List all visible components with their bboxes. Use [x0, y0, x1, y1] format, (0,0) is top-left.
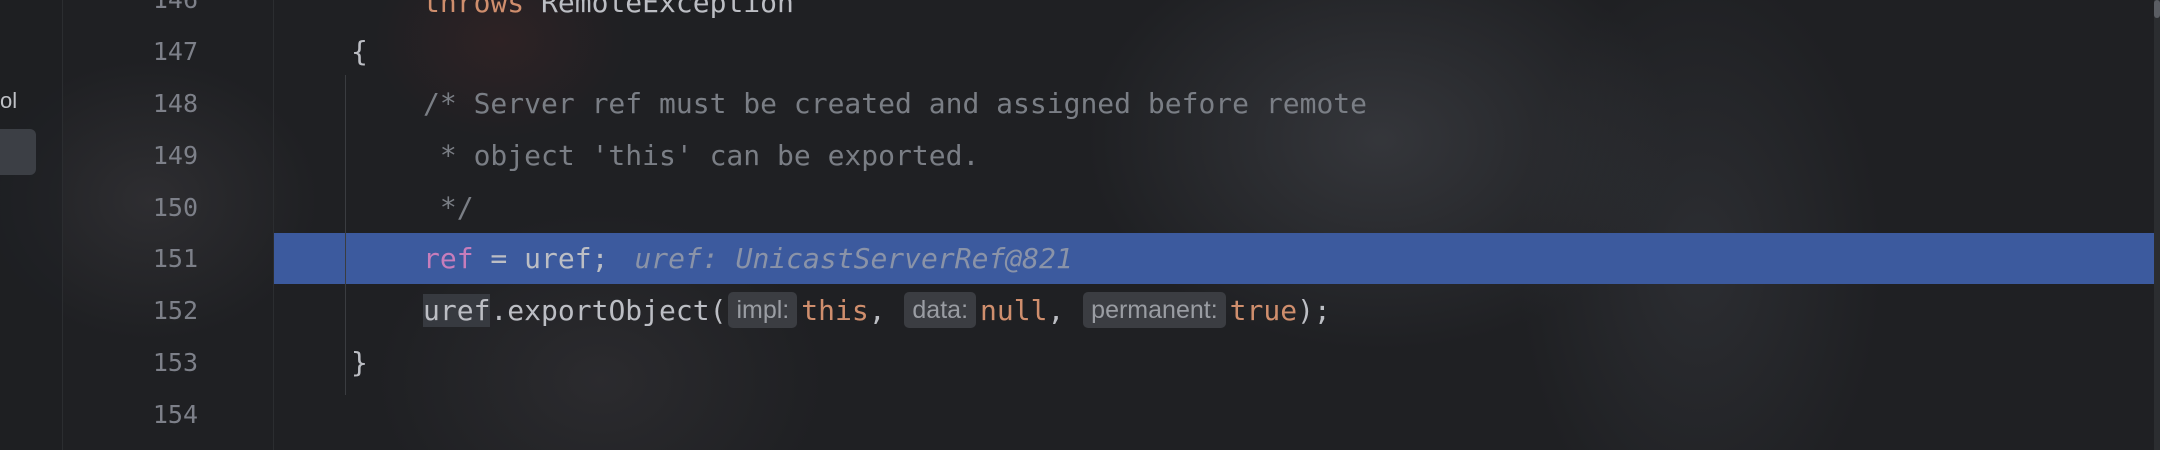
code-editor[interactable]: throws RemoteException { /* Server ref m… — [274, 0, 2160, 450]
code-line-153[interactable]: } — [351, 337, 368, 389]
comment-text: * object 'this' can be exported. — [423, 139, 980, 172]
code-line-152[interactable]: uref.exportObject(impl: this, data: null, … — [423, 285, 1331, 337]
arg-this: this — [801, 294, 869, 327]
field-ref: ref — [423, 242, 474, 275]
exception-type: RemoteException — [524, 0, 794, 19]
line-number: 148 — [152, 89, 198, 118]
line-number: 153 — [152, 348, 198, 377]
line-number-gutter[interactable]: 146 147 148 149 150 151 152 153 154 — [63, 0, 273, 450]
method-call: .exportObject( — [490, 294, 727, 327]
code-line-148[interactable]: /* Server ref must be created and assign… — [423, 78, 1367, 130]
assignment-text: = uref; — [473, 242, 609, 275]
arg-null: null — [980, 294, 1048, 327]
comma: , — [868, 294, 886, 327]
close-brace: } — [351, 346, 368, 379]
line-number: 146 — [98, 0, 198, 15]
project-tool-window: ol — [0, 0, 62, 450]
line-number: 154 — [152, 400, 198, 429]
parameter-hint-permanent: permanent: — [1083, 292, 1226, 328]
open-brace: { — [351, 35, 368, 68]
indent-guide — [345, 75, 346, 395]
code-line-147[interactable]: { — [351, 26, 368, 78]
scrollbar-thumb[interactable] — [2154, 0, 2160, 18]
sidebar-partial-label: ol — [0, 88, 18, 113]
statement-end: ); — [1297, 294, 1331, 327]
code-line-146[interactable]: throws RemoteException — [423, 0, 794, 29]
receiver-uref: uref — [423, 294, 491, 327]
parameter-hint-data: data: — [904, 292, 977, 328]
selected-tree-item[interactable] — [0, 129, 36, 175]
line-number: 150 — [152, 193, 198, 222]
arg-true: true — [1229, 294, 1298, 327]
vertical-scrollbar[interactable] — [2154, 0, 2160, 450]
comment-text: */ — [423, 191, 474, 224]
line-number: 151 — [152, 244, 198, 273]
line-number: 149 — [152, 141, 198, 170]
comment-text: /* Server ref must be created and assign… — [423, 87, 1368, 120]
comma: , — [1047, 294, 1065, 327]
code-line-150[interactable]: */ — [423, 182, 474, 234]
line-number: 147 — [152, 37, 198, 66]
inline-debug-value: uref: UnicastServerRef@821 — [634, 242, 1073, 275]
code-line-149[interactable]: * object 'this' can be exported. — [423, 130, 979, 182]
line-number: 152 — [152, 296, 198, 325]
parameter-hint-impl: impl: — [728, 292, 798, 328]
code-line-151[interactable]: ref = uref; uref: UnicastServerRef@821 — [423, 233, 1073, 285]
keyword-throws: throws — [423, 0, 525, 19]
